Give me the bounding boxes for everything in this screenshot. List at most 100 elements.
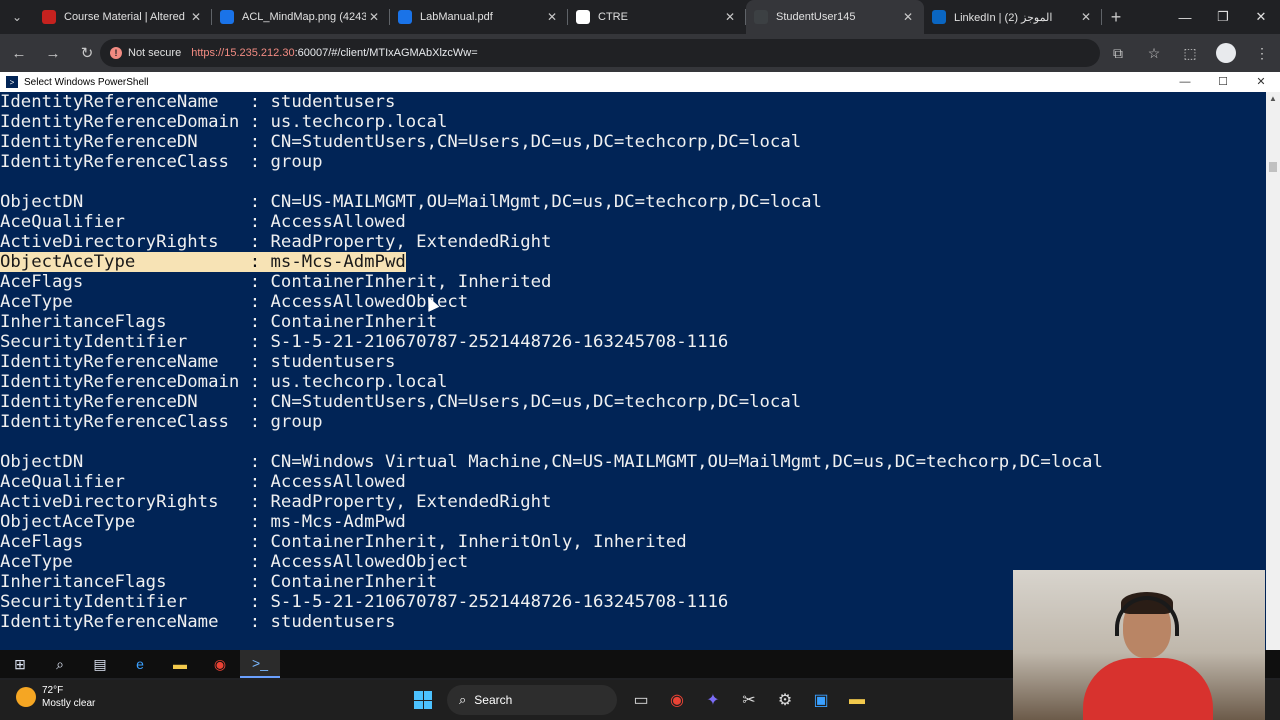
start-icon[interactable]: ⊞ <box>0 650 40 678</box>
property-value: ms-Mcs-AdmPwd <box>270 512 406 532</box>
menu-dots-icon[interactable]: ⋮ <box>1244 45 1280 62</box>
tab-close-icon[interactable]: ✕ <box>366 10 382 24</box>
property-value: S-1-5-21-210670787-2521448726-163245708-… <box>270 592 729 612</box>
maximize-icon[interactable]: ❐ <box>1204 0 1242 34</box>
scroll-thumb[interactable] <box>1269 162 1277 172</box>
powershell-console[interactable]: IdentityReferenceName : studentusers Iden… <box>0 92 1266 650</box>
chrome-taskbar-icon[interactable]: ◉ <box>659 684 695 716</box>
desktop-icon[interactable]: ▭ <box>623 684 659 716</box>
copilot-icon[interactable]: ✦ <box>695 684 731 716</box>
folder-icon[interactable]: ▬ <box>839 684 875 716</box>
tab-label: StudentUser145 <box>776 11 856 23</box>
ps-close-icon[interactable]: ✕ <box>1242 72 1280 92</box>
profile-avatar[interactable] <box>1216 43 1236 63</box>
tab-search-icon[interactable]: ⌄ <box>0 0 34 34</box>
console-line: ActiveDirectoryRights : ReadProperty, Ex… <box>0 232 1266 252</box>
property-value: AccessAllowedObject <box>270 552 469 572</box>
settings-icon[interactable]: ⚙ <box>767 684 803 716</box>
property-name: IdentityReferenceClass : <box>0 412 271 432</box>
minimize-icon[interactable]: — <box>1166 0 1204 34</box>
console-line: SecurityIdentifier : S-1-5-21-210670787-… <box>0 332 1266 352</box>
back-icon[interactable]: ← <box>4 38 34 68</box>
console-line: AceFlags : ContainerInherit, InheritOnly… <box>0 532 1266 552</box>
tab-close-icon[interactable]: ✕ <box>544 10 560 24</box>
property-value: us.techcorp.local <box>270 112 448 132</box>
extensions-icon[interactable]: ⬚ <box>1172 45 1208 62</box>
new-tab-button[interactable]: + <box>1102 7 1130 28</box>
property-value: ReadProperty, ExtendedRight <box>270 492 552 512</box>
tab-close-icon[interactable]: ✕ <box>1078 10 1094 24</box>
tab-favicon-icon <box>42 10 56 24</box>
powershell-window-controls: — ☐ ✕ <box>1166 72 1280 92</box>
tab-close-icon[interactable]: ✕ <box>900 10 916 24</box>
edge-icon[interactable]: e <box>120 650 160 678</box>
property-name: InheritanceFlags : <box>0 312 271 332</box>
security-label: Not secure <box>128 47 182 59</box>
taskbar-apps: ⌕ Search ▭ ◉ ✦ ✂ ⚙ ▣ ▬ <box>405 684 875 716</box>
property-name: AceFlags : <box>0 532 271 552</box>
property-name: IdentityReferenceName : <box>0 352 271 372</box>
property-value: AccessAllowedObject <box>270 292 469 312</box>
remote-desktop-icon[interactable]: ▣ <box>803 684 839 716</box>
ps-maximize-icon[interactable]: ☐ <box>1204 72 1242 92</box>
tab-close-icon[interactable]: ✕ <box>188 10 204 24</box>
console-line: IdentityReferenceDomain : us.techcorp.lo… <box>0 112 1266 132</box>
scroll-up-icon[interactable]: ▲ <box>1266 92 1280 106</box>
presenter-shirt <box>1083 658 1213 720</box>
console-line: IdentityReferenceClass : group <box>0 152 1266 172</box>
console-line: ObjectAceType : ms-Mcs-AdmPwd <box>0 252 1266 272</box>
property-value: CN=Windows Virtual Machine,CN=US-MAILMGM… <box>270 452 1103 472</box>
search-icon[interactable]: ⌕ <box>40 650 80 678</box>
bookmark-star-icon[interactable]: ☆ <box>1136 45 1172 62</box>
ps-minimize-icon[interactable]: — <box>1166 72 1204 92</box>
search-icon: ⌕ <box>459 692 467 707</box>
url-text: https://15.235.212.30:60007/#/client/MTI… <box>191 47 477 59</box>
security-indicator[interactable]: ! Not secure <box>110 47 191 59</box>
property-name: IdentityReferenceDomain : <box>0 112 271 132</box>
forward-icon[interactable]: → <box>38 38 68 68</box>
close-icon[interactable]: ✕ <box>1242 0 1280 34</box>
property-value: AccessAllowed <box>270 212 406 232</box>
powershell-taskbar-icon[interactable]: >_ <box>240 650 280 678</box>
warning-icon: ! <box>110 47 122 59</box>
property-name: ActiveDirectoryRights : <box>0 232 271 252</box>
console-line: ObjectDN : CN=US-MAILMGMT,OU=MailMgmt,DC… <box>0 192 1266 212</box>
reload-icon[interactable]: ↻ <box>72 38 102 68</box>
tab-close-icon[interactable]: ✕ <box>722 10 738 24</box>
windows-start-icon[interactable] <box>405 684 441 716</box>
window-controls: — ❐ ✕ <box>1166 0 1280 34</box>
console-scrollbar[interactable]: ▲ <box>1266 92 1280 650</box>
install-app-icon[interactable]: ⧉ <box>1100 45 1136 62</box>
weather-widget[interactable]: 72°F Mostly clear <box>16 684 95 710</box>
property-name: AceFlags : <box>0 272 271 292</box>
property-value: CN=US-MAILMGMT,OU=MailMgmt,DC=us,DC=tech… <box>270 192 822 212</box>
browser-tab[interactable]: StudentUser145 ✕ <box>746 0 924 34</box>
tab-favicon-icon <box>932 10 946 24</box>
console-line: IdentityReferenceDN : CN=StudentUsers,CN… <box>0 392 1266 412</box>
browser-tab[interactable]: CTRE ✕ <box>568 0 746 34</box>
temperature-text: 72°F <box>42 685 64 696</box>
property-name: IdentityReferenceName : <box>0 92 271 112</box>
property-name: AceType : <box>0 292 271 312</box>
taskbar-search-box[interactable]: ⌕ Search <box>447 685 617 715</box>
url-input[interactable]: ! Not secure https://15.235.212.30:60007… <box>100 39 1100 67</box>
snipping-tool-icon[interactable]: ✂ <box>731 684 767 716</box>
tab-label: ACL_MindMap.png (4243× <box>242 11 366 23</box>
property-value: ContainerInherit, InheritOnly, Inherited <box>270 532 687 552</box>
console-line: InheritanceFlags : ContainerInherit <box>0 312 1266 332</box>
browser-tab[interactable]: LinkedIn | (2) الموجز ✕ <box>924 0 1102 34</box>
console-line: AceQualifier : AccessAllowed <box>0 212 1266 232</box>
file-explorer-icon[interactable]: ▬ <box>160 650 200 678</box>
chrome-icon[interactable]: ◉ <box>200 650 240 678</box>
browser-tab[interactable]: LabManual.pdf ✕ <box>390 0 568 34</box>
task-view-icon[interactable]: ▤ <box>80 650 120 678</box>
property-value: group <box>270 152 323 172</box>
property-name: IdentityReferenceDN : <box>0 392 271 412</box>
property-value: group <box>270 412 323 432</box>
console-line: AceQualifier : AccessAllowed <box>0 472 1266 492</box>
browser-tab[interactable]: Course Material | Altered S ✕ <box>34 0 212 34</box>
property-name: AceQualifier : <box>0 212 271 232</box>
powershell-icon: > <box>6 76 18 88</box>
browser-tab[interactable]: ACL_MindMap.png (4243× ✕ <box>212 0 390 34</box>
